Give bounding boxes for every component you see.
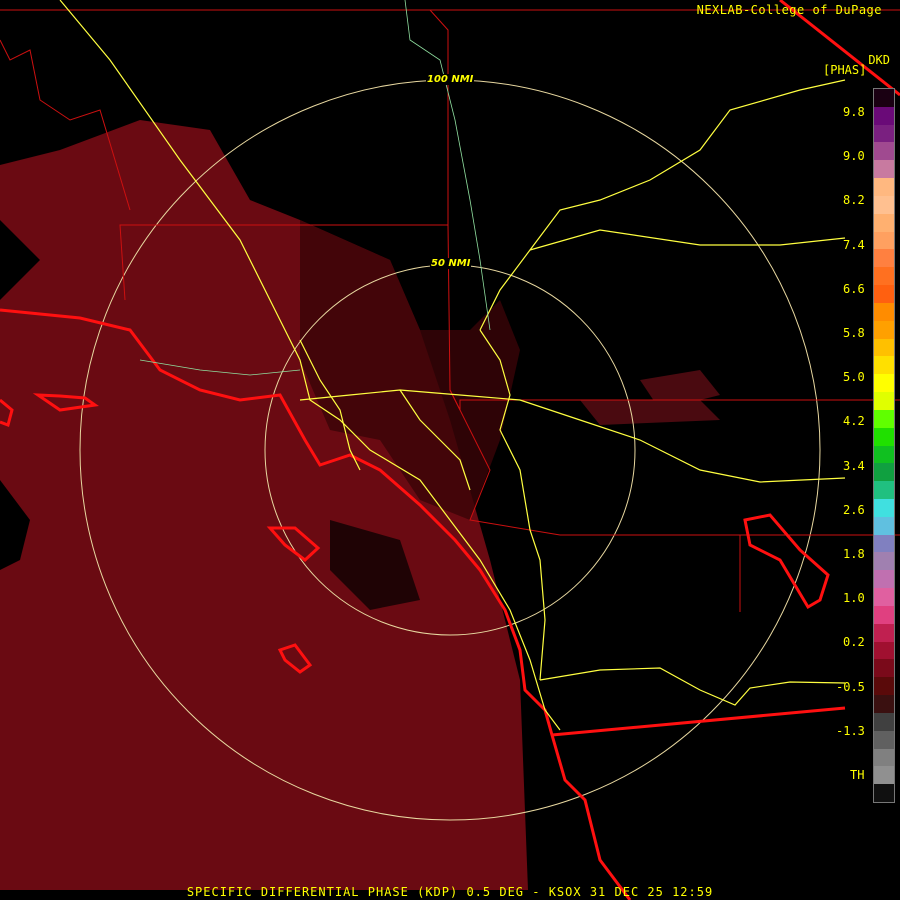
legend-swatch bbox=[874, 285, 894, 304]
legend-tick-label: 9.8 bbox=[843, 105, 865, 119]
legend-swatch bbox=[874, 552, 894, 571]
legend-tick-label: TH bbox=[850, 768, 865, 782]
legend-swatch bbox=[874, 249, 894, 268]
legend-swatch bbox=[874, 481, 894, 500]
legend-swatch bbox=[874, 498, 894, 518]
legend-swatch bbox=[874, 213, 894, 233]
units-label: [PHAS] bbox=[823, 63, 867, 77]
legend-swatch bbox=[874, 356, 894, 375]
legend-swatch bbox=[874, 374, 894, 393]
legend-swatch bbox=[874, 641, 894, 660]
legend-swatch bbox=[874, 338, 894, 357]
site-id: DKD bbox=[868, 53, 890, 67]
legend-swatch bbox=[874, 124, 894, 143]
color-legend-bar bbox=[873, 88, 895, 803]
legend-tick-label: 8.2 bbox=[843, 193, 865, 208]
legend-swatch bbox=[874, 677, 894, 696]
legend-tick-label: 3.4 bbox=[843, 458, 865, 473]
legend-swatch bbox=[874, 695, 894, 714]
credit-text: NEXLAB-College of DuPage bbox=[696, 3, 882, 17]
legend-swatch bbox=[874, 392, 894, 411]
legend-swatch bbox=[874, 605, 894, 625]
legend-swatch bbox=[874, 89, 894, 108]
legend-swatch bbox=[874, 784, 894, 803]
legend-tick-label: 0.2 bbox=[843, 635, 865, 650]
legend-tick-label: 5.8 bbox=[843, 326, 865, 340]
legend-swatch bbox=[874, 445, 894, 464]
legend-swatch bbox=[874, 534, 894, 553]
legend-swatch bbox=[874, 730, 894, 749]
legend-tick-label: 2.6 bbox=[843, 502, 865, 517]
legend-tick-label: 6.6 bbox=[843, 281, 865, 296]
legend-swatch bbox=[874, 588, 894, 607]
legend-swatch bbox=[874, 766, 894, 785]
legend-tick-label: -0.5 bbox=[836, 679, 865, 694]
radar-map bbox=[0, 0, 900, 900]
legend-swatch bbox=[874, 267, 894, 286]
legend-tick-label: 1.0 bbox=[843, 591, 865, 606]
legend-tick-label: -1.3 bbox=[836, 723, 865, 738]
ring-label-100: 100 NMI bbox=[426, 74, 475, 85]
legend-tick-label: 9.0 bbox=[843, 149, 865, 164]
legend-swatch bbox=[874, 178, 894, 197]
legend-swatch bbox=[874, 142, 894, 161]
legend-tick-label: 1.8 bbox=[843, 547, 865, 561]
legend-swatch bbox=[874, 195, 894, 215]
legend-swatch bbox=[874, 623, 894, 643]
legend-swatch bbox=[874, 570, 894, 589]
legend-swatch bbox=[874, 427, 894, 446]
legend-swatch bbox=[874, 302, 894, 322]
product-footer: SPECIFIC DIFFERENTIAL PHASE (KDP) 0.5 DE… bbox=[186, 885, 714, 899]
legend-swatch bbox=[874, 106, 894, 126]
legend-swatch bbox=[874, 160, 894, 179]
legend-swatch bbox=[874, 659, 894, 678]
legend-tick-label: 7.4 bbox=[843, 237, 865, 252]
legend-swatch bbox=[874, 320, 894, 340]
legend-swatch bbox=[874, 409, 894, 429]
legend-swatch bbox=[874, 231, 894, 250]
legend-swatch bbox=[874, 463, 894, 482]
legend-tick-label: 5.0 bbox=[843, 370, 865, 385]
reflectivity-area bbox=[0, 120, 720, 890]
legend-swatch bbox=[874, 516, 894, 536]
legend-swatch bbox=[874, 748, 894, 767]
legend-swatch bbox=[874, 712, 894, 732]
ring-label-50: 50 NMI bbox=[430, 258, 472, 269]
legend-tick-label: 4.2 bbox=[843, 414, 865, 429]
